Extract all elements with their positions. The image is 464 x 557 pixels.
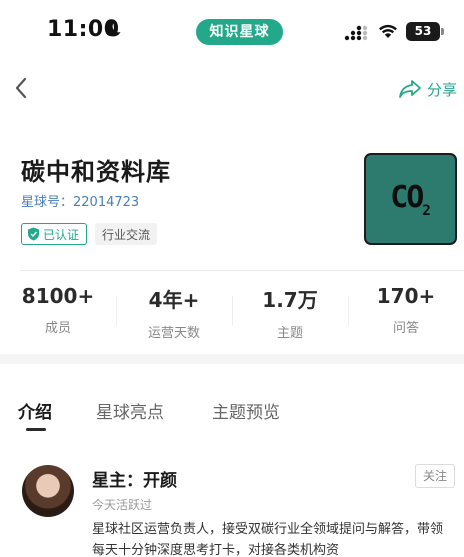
stat-value: 1.7万 [262, 288, 318, 312]
group-id: 星球号：22014723 [21, 195, 140, 210]
status-bar: 11:00 知识星球 53 [0, 0, 464, 62]
stat-days[interactable]: 4年+ 运营天数 [116, 284, 232, 341]
tab-bar: 介绍 星球亮点 主题预览 [0, 398, 464, 438]
active-tab-indicator [26, 428, 46, 431]
stat-label: 主题 [276, 326, 303, 341]
owner-name: 星主：开颜 [92, 471, 177, 491]
app-name-pill: 知识星球 [196, 19, 283, 45]
signal-icon [344, 25, 368, 41]
stat-label: 问答 [392, 321, 419, 336]
stats-row: 8100+ 成员 4年+ 运营天数 1.7万 主题 170+ 问答 [0, 284, 464, 341]
owner-bio: 星球社区运营负责人，接受双碳行业全领域提问与解答，带领每天十分钟深度思考打卡，对… [92, 522, 444, 557]
stat-members[interactable]: 8100+ 成员 [0, 284, 116, 336]
badge-row: 已认证 行业交流 [21, 223, 158, 245]
tab-highlights[interactable]: 星球亮点 [96, 398, 164, 423]
owner-active-status: 今天活跃过 [92, 498, 153, 512]
share-button[interactable]: 分享 [398, 78, 457, 100]
industry-tag[interactable]: 行业交流 [95, 223, 158, 245]
moon-icon [106, 21, 121, 37]
group-title: 碳中和资料库 [21, 158, 171, 186]
stat-label: 成员 [44, 321, 71, 336]
stat-topics[interactable]: 1.7万 主题 [232, 284, 348, 341]
tab-intro[interactable]: 介绍 [18, 398, 52, 423]
share-label: 分享 [427, 80, 458, 99]
owner-avatar[interactable] [22, 465, 74, 517]
share-arrow-icon [399, 80, 421, 98]
stats-divider [20, 270, 464, 271]
tab-topic-preview[interactable]: 主题预览 [212, 398, 280, 423]
verified-label: 已认证 [43, 227, 80, 242]
verified-badge[interactable]: 已认证 [21, 223, 88, 245]
stat-value: 4年+ [148, 288, 200, 312]
stat-qa[interactable]: 170+ 问答 [348, 284, 464, 336]
shield-check-icon [28, 227, 39, 241]
stat-label: 运营天数 [147, 326, 200, 341]
section-separator [0, 354, 464, 364]
battery-icon: 53 [406, 22, 444, 41]
follow-button[interactable]: 关注 [415, 464, 455, 488]
stat-value: 170+ [376, 284, 436, 308]
wifi-icon [379, 24, 397, 38]
avatar-co2-text: CO2 [390, 179, 431, 219]
back-chevron-icon[interactable] [12, 76, 32, 100]
stat-value: 8100+ [21, 284, 95, 308]
group-avatar[interactable]: CO2 [364, 153, 457, 245]
